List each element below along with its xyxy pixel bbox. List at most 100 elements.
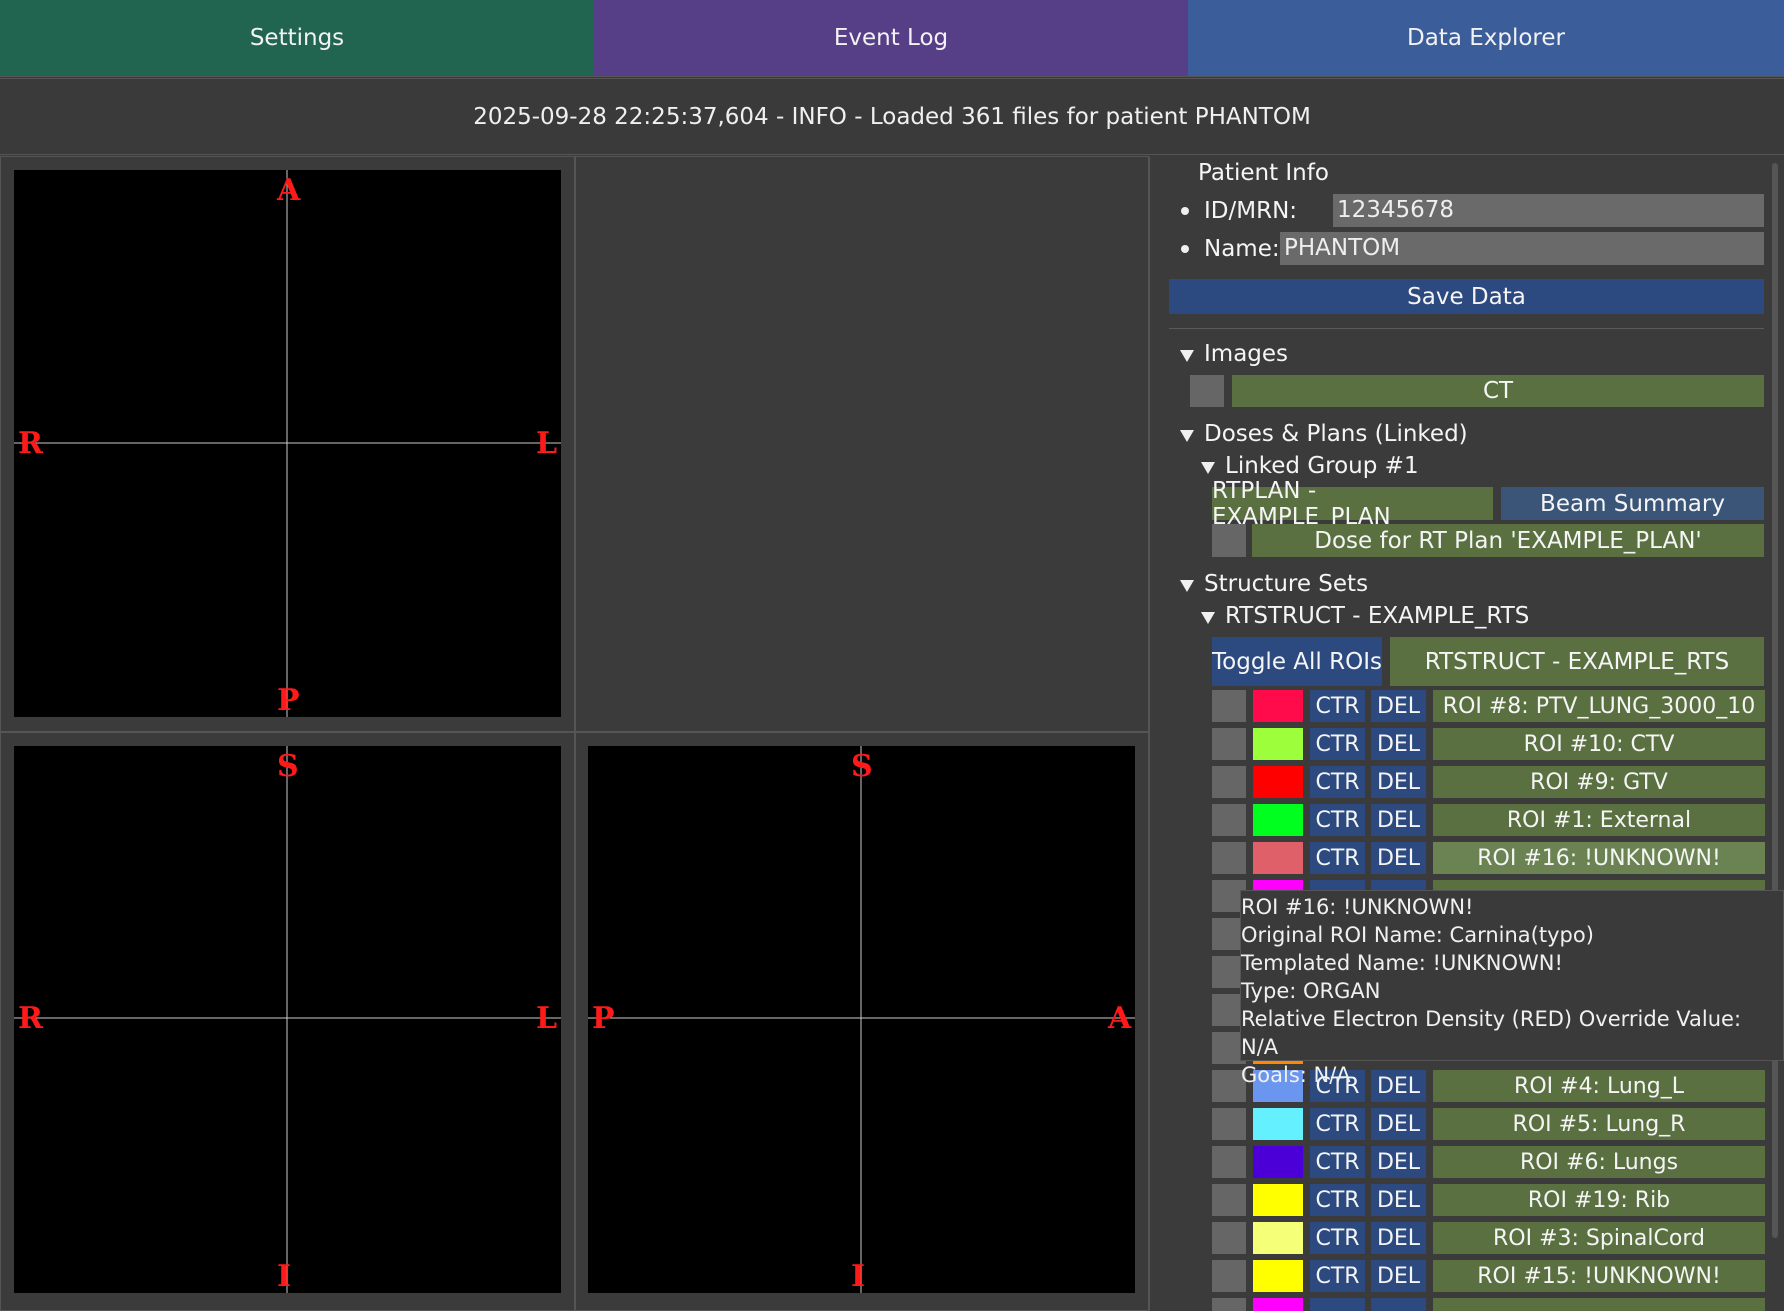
roi-center-button[interactable]: CTR (1310, 1260, 1365, 1292)
patient-name-field[interactable]: PHANTOM (1280, 232, 1764, 265)
roi-center-button[interactable]: CTR (1310, 728, 1365, 760)
images-header[interactable]: Images (1204, 341, 1288, 367)
roi-visibility-checkbox[interactable] (1212, 728, 1246, 760)
roi-center-button[interactable]: CTR (1310, 1146, 1365, 1178)
roi-name-button[interactable]: ROI #8: PTV_LUNG_3000_10 (1433, 690, 1765, 722)
roi-center-button[interactable] (1310, 1298, 1365, 1311)
axial-pane: A P R L (0, 156, 575, 732)
orientation-right-label: L (536, 426, 558, 461)
roi-delete-button[interactable]: DEL (1371, 1146, 1426, 1178)
roi-row: CTR DEL ROI #15: !UNKNOWN! (1212, 1260, 1768, 1292)
roi-name-button[interactable]: ROI #6: Lungs (1433, 1146, 1765, 1178)
tab-settings[interactable]: Settings (0, 0, 594, 77)
collapse-triangle-icon[interactable] (1201, 462, 1215, 474)
orientation-left-label: P (592, 1001, 615, 1036)
toggle-all-rois-button[interactable]: Toggle All ROIs (1212, 637, 1382, 686)
roi-visibility-checkbox[interactable] (1212, 1184, 1246, 1216)
roi-name-button-hovered[interactable]: ROI #16: !UNKNOWN! (1433, 842, 1765, 874)
roi-color-swatch[interactable] (1253, 690, 1303, 722)
roi-color-swatch[interactable] (1253, 804, 1303, 836)
roi-visibility-checkbox[interactable] (1212, 842, 1246, 874)
roi-delete-button[interactable]: DEL (1371, 1184, 1426, 1216)
roi-center-button[interactable]: CTR (1310, 766, 1365, 798)
orientation-bottom-label: I (851, 1259, 866, 1294)
roi-delete-button[interactable]: DEL (1371, 690, 1426, 722)
roi-color-swatch[interactable] (1253, 1146, 1303, 1178)
roi-delete-button[interactable]: DEL (1371, 1108, 1426, 1140)
tooltip-line: Type: ORGAN (1241, 979, 1381, 1003)
roi-color-swatch[interactable] (1253, 766, 1303, 798)
roi-visibility-checkbox[interactable] (1212, 690, 1246, 722)
roi-delete-button[interactable]: DEL (1371, 1222, 1426, 1254)
roi-visibility-checkbox[interactable] (1212, 766, 1246, 798)
collapse-triangle-icon[interactable] (1201, 612, 1215, 624)
roi-color-swatch[interactable] (1253, 1108, 1303, 1140)
roi-visibility-checkbox[interactable] (1212, 1298, 1246, 1311)
roi-color-swatch[interactable] (1253, 728, 1303, 760)
collapse-triangle-icon[interactable] (1180, 580, 1194, 592)
sagittal-pane: S I P A (575, 732, 1149, 1311)
tooltip-line: Templated Name: !UNKNOWN! (1241, 951, 1563, 975)
dose-button[interactable]: Dose for RT Plan 'EXAMPLE_PLAN' (1252, 524, 1764, 557)
roi-visibility-checkbox[interactable] (1212, 1222, 1246, 1254)
tab-event-log[interactable]: Event Log (594, 0, 1188, 77)
tooltip-line: Original ROI Name: Carnina(typo) (1241, 923, 1594, 947)
id-label: ID/MRN: (1204, 198, 1298, 224)
rtstruct-button[interactable]: RTSTRUCT - EXAMPLE_RTS (1390, 637, 1764, 686)
axial-view[interactable]: A P R L (14, 170, 561, 717)
ct-visibility-checkbox[interactable] (1190, 375, 1224, 407)
roi-name-button[interactable]: ROI #3: SpinalCord (1433, 1222, 1765, 1254)
roi-center-button[interactable]: CTR (1310, 1222, 1365, 1254)
sagittal-crosshair (588, 746, 1135, 1293)
roi-center-button[interactable]: CTR (1310, 690, 1365, 722)
save-data-button[interactable]: Save Data (1169, 279, 1764, 314)
roi-name-button[interactable]: ROI #15: !UNKNOWN! (1433, 1260, 1765, 1292)
roi-delete-button[interactable] (1371, 1298, 1426, 1311)
coronal-crosshair (14, 746, 561, 1293)
doses-plans-header[interactable]: Doses & Plans (Linked) (1204, 421, 1468, 447)
roi-color-swatch[interactable] (1253, 1260, 1303, 1292)
roi-delete-button[interactable]: DEL (1371, 1260, 1426, 1292)
roi-name-button[interactable]: ROI #9: GTV (1433, 766, 1765, 798)
coronal-view[interactable]: S I R L (14, 746, 561, 1293)
collapse-triangle-icon[interactable] (1180, 430, 1194, 442)
id-mrn-field[interactable]: 12345678 (1333, 194, 1764, 227)
roi-center-button[interactable]: CTR (1310, 804, 1365, 836)
roi-center-button[interactable]: CTR (1310, 1108, 1365, 1140)
collapse-triangle-icon[interactable] (1180, 350, 1194, 362)
orientation-right-label: L (536, 1001, 558, 1036)
roi-row: CTR DEL ROI #6: Lungs (1212, 1146, 1768, 1178)
rtplan-button[interactable]: RTPLAN - EXAMPLE_PLAN (1212, 478, 1493, 530)
roi-color-swatch[interactable] (1253, 1222, 1303, 1254)
roi-visibility-checkbox[interactable] (1212, 1108, 1246, 1140)
roi-color-swatch[interactable] (1253, 1184, 1303, 1216)
roi-name-button[interactable] (1433, 1298, 1765, 1311)
roi-color-swatch[interactable] (1253, 1298, 1303, 1311)
roi-row: CTR DEL ROI #3: SpinalCord (1212, 1222, 1768, 1254)
dose-visibility-checkbox[interactable] (1212, 524, 1246, 557)
roi-name-button[interactable]: ROI #1: External (1433, 804, 1765, 836)
roi-visibility-checkbox[interactable] (1212, 804, 1246, 836)
roi-name-button[interactable]: ROI #5: Lung_R (1433, 1108, 1765, 1140)
tab-data-explorer[interactable]: Data Explorer (1188, 0, 1784, 77)
roi-name-button[interactable]: ROI #19: Rib (1433, 1184, 1765, 1216)
sagittal-view[interactable]: S I P A (588, 746, 1135, 1293)
orientation-top-label: A (277, 173, 301, 208)
linked-group-label[interactable]: Linked Group #1 (1225, 453, 1419, 479)
roi-delete-button[interactable]: DEL (1371, 766, 1426, 798)
roi-delete-button[interactable]: DEL (1371, 728, 1426, 760)
roi-name-button[interactable]: ROI #10: CTV (1433, 728, 1765, 760)
rtstruct-label[interactable]: RTSTRUCT - EXAMPLE_RTS (1225, 603, 1529, 629)
ct-image-button[interactable]: CT (1232, 375, 1764, 407)
tooltip-line: Relative Electron Density (RED) Override… (1241, 1007, 1742, 1059)
roi-delete-button[interactable]: DEL (1371, 842, 1426, 874)
roi-color-swatch[interactable] (1253, 842, 1303, 874)
roi-visibility-checkbox[interactable] (1212, 1260, 1246, 1292)
roi-delete-button[interactable]: DEL (1371, 804, 1426, 836)
roi-center-button[interactable]: CTR (1310, 842, 1365, 874)
roi-center-button[interactable]: CTR (1310, 1184, 1365, 1216)
structure-sets-header[interactable]: Structure Sets (1204, 571, 1368, 597)
roi-row: CTR DEL ROI #5: Lung_R (1212, 1108, 1768, 1140)
beam-summary-button[interactable]: Beam Summary (1501, 487, 1764, 520)
roi-visibility-checkbox[interactable] (1212, 1146, 1246, 1178)
